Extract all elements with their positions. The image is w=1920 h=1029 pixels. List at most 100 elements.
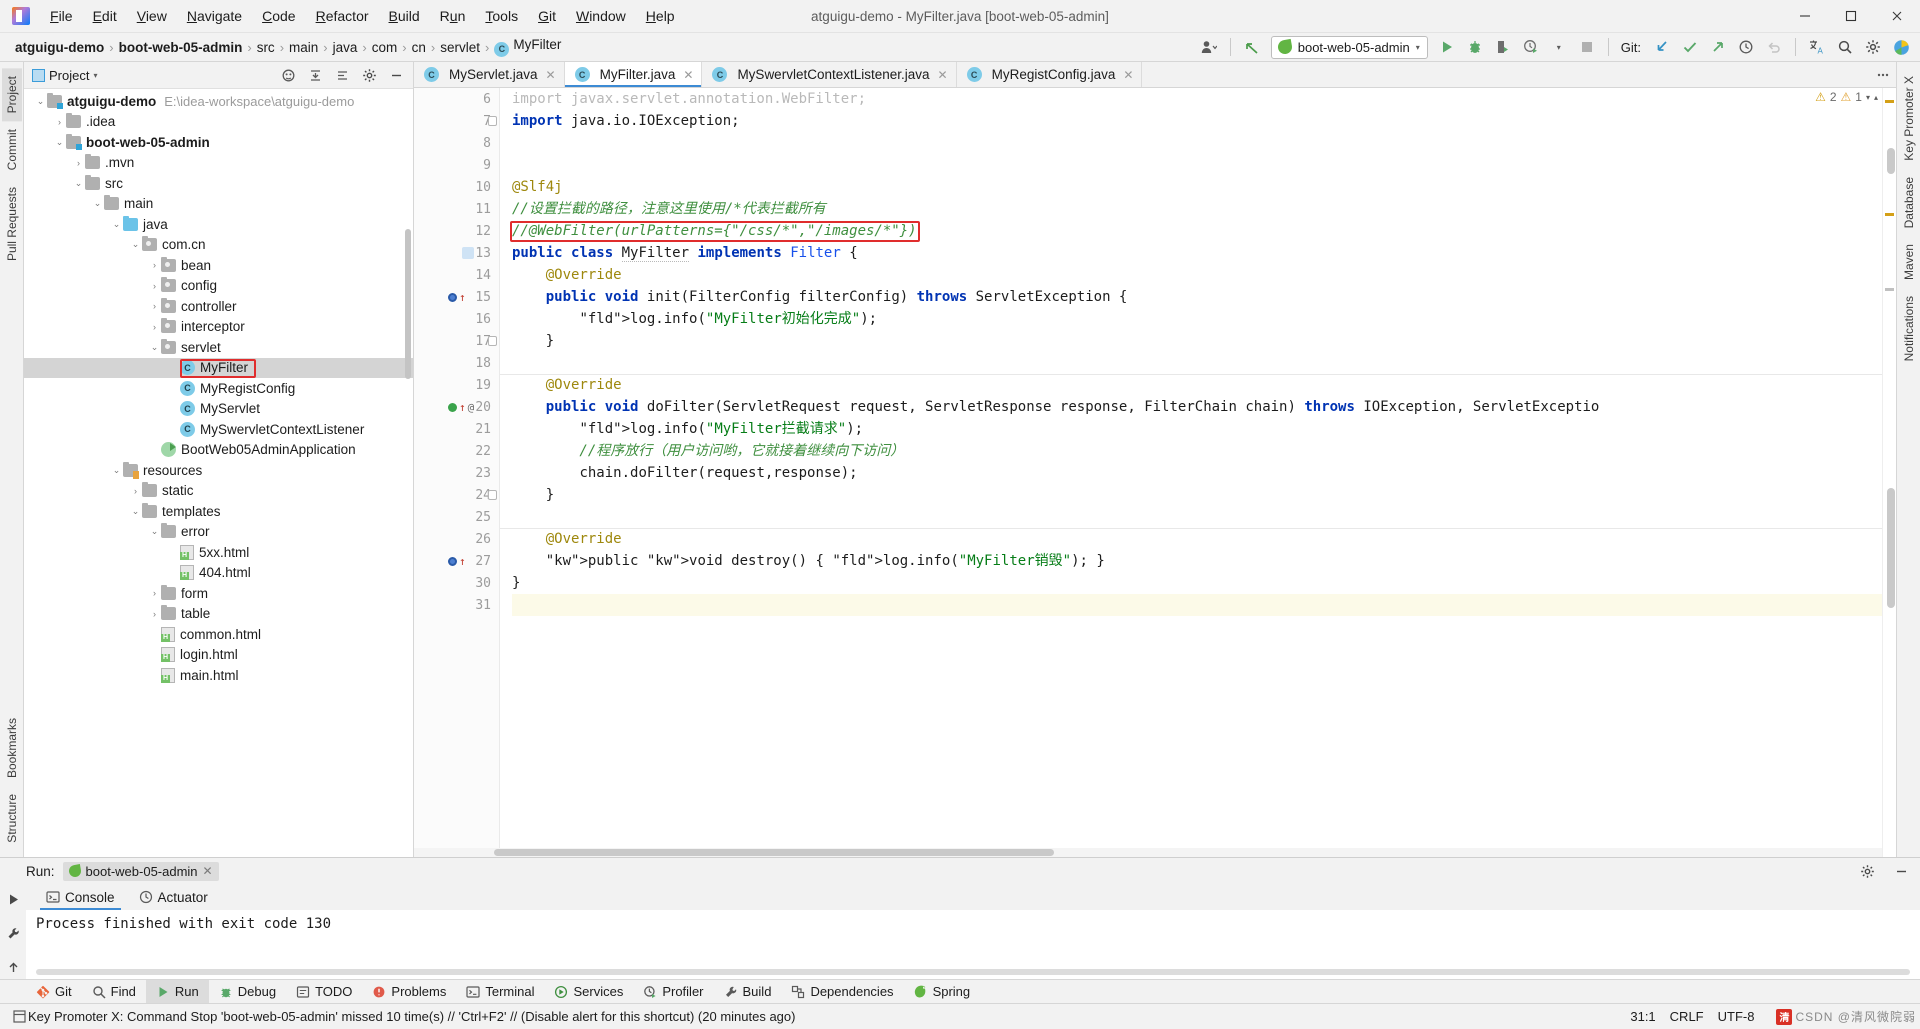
menu-edit[interactable]: Edit	[83, 4, 127, 28]
code-line[interactable]: @Override	[512, 528, 1882, 550]
code-line[interactable]: }	[512, 330, 1882, 352]
gutter-line[interactable]: 11	[414, 198, 499, 220]
caret-position[interactable]: 31:1	[1630, 1009, 1655, 1024]
expand-all-icon[interactable]	[329, 63, 355, 87]
tree-row[interactable]: ⌄ servlet	[24, 337, 413, 358]
gutter-line[interactable]: 7	[414, 110, 499, 132]
code-fold-icon[interactable]	[488, 490, 497, 500]
breadcrumb-cn[interactable]: cn	[409, 40, 429, 55]
profiler-dropdown-icon[interactable]: ▾	[1546, 35, 1572, 59]
gutter-line[interactable]: 25	[414, 506, 499, 528]
override-arrow-icon[interactable]: ↑	[459, 292, 466, 303]
code-line[interactable]: import javax.servlet.annotation.WebFilte…	[512, 88, 1882, 110]
back-arrow-icon[interactable]	[1239, 35, 1265, 59]
tree-row[interactable]: › table	[24, 604, 413, 625]
bottom-tool-git[interactable]: Git	[26, 980, 82, 1004]
gutter-line[interactable]: 19	[414, 374, 499, 396]
menu-run[interactable]: Run	[430, 4, 476, 28]
code-line[interactable]: "kw">public "kw">void destroy() { "fld">…	[512, 550, 1882, 572]
tree-scrollbar[interactable]	[405, 229, 411, 379]
tree-row[interactable]: ⌄ templates	[24, 501, 413, 522]
file-encoding[interactable]: UTF-8	[1718, 1009, 1755, 1024]
gutter-run-marker[interactable]: ↑ @	[448, 401, 474, 414]
status-message[interactable]: Key Promoter X: Command Stop 'boot-web-0…	[28, 1009, 795, 1024]
tree-row[interactable]: 5xx.html	[24, 542, 413, 563]
breadcrumb-main[interactable]: main	[286, 40, 321, 55]
run-with-coverage-icon[interactable]	[1490, 35, 1516, 59]
bottom-tool-profiler[interactable]: Profiler	[633, 980, 713, 1004]
code-line[interactable]: "fld">log.info("MyFilter初始化完成");	[512, 308, 1882, 330]
code-line[interactable]: public class MyFilter implements Filter …	[512, 242, 1882, 264]
run-icon[interactable]	[1434, 35, 1460, 59]
chevron-down-icon[interactable]: ▾	[1866, 93, 1870, 102]
account-icon[interactable]	[1196, 35, 1222, 59]
code-line[interactable]: //程序放行（用户访问哟，它就接着继续向下访问）	[512, 440, 1882, 462]
gutter-line[interactable]: 15 ↑	[414, 286, 499, 308]
editor-tab[interactable]: C MyServlet.java ✕	[414, 62, 565, 87]
code-fold-icon[interactable]	[488, 336, 497, 346]
menu-view[interactable]: View	[127, 4, 177, 28]
chevron-down-icon[interactable]: ⌄	[148, 526, 161, 537]
code-fold-icon[interactable]	[488, 116, 497, 126]
code-line[interactable]: }	[512, 484, 1882, 506]
chevron-down-icon[interactable]: ⌄	[72, 178, 85, 189]
tree-row[interactable]: › form	[24, 583, 413, 604]
chevron-down-icon[interactable]: ⌄	[34, 96, 47, 107]
status-menu-icon[interactable]	[10, 1005, 28, 1029]
run-config-chip[interactable]: boot-web-05-admin ✕	[62, 861, 219, 881]
chevron-down-icon[interactable]: ⌄	[53, 137, 66, 148]
tree-row[interactable]: C MyRegistConfig	[24, 378, 413, 399]
gutter-line[interactable]: 12	[414, 220, 499, 242]
chevron-right-icon[interactable]: ›	[129, 486, 142, 496]
git-push-icon[interactable]	[1705, 35, 1731, 59]
gutter-line[interactable]: 13	[414, 242, 499, 264]
bottom-tool-services[interactable]: Services	[544, 980, 633, 1004]
spring-bean-gutter-icon[interactable]	[462, 247, 474, 259]
menu-build[interactable]: Build	[379, 4, 430, 28]
tree-row[interactable]: C MySwervletContextListener	[24, 419, 413, 440]
code-line[interactable]: //@WebFilter(urlPatterns={"/css/*","/ima…	[512, 220, 1882, 242]
tool-tab-pull-requests[interactable]: Pull Requests	[2, 179, 22, 269]
editor-horizontal-scrollbar[interactable]	[414, 848, 1882, 857]
gutter-line[interactable]: 24	[414, 484, 499, 506]
tool-tab-maven[interactable]: Maven	[1899, 236, 1919, 288]
bottom-tool-dependencies[interactable]: Dependencies	[781, 980, 903, 1004]
editor-tab[interactable]: C MyRegistConfig.java ✕	[956, 62, 1143, 87]
close-icon[interactable]: ✕	[203, 864, 213, 878]
chevron-down-icon[interactable]: ⌄	[129, 239, 142, 250]
close-icon[interactable]: ✕	[1123, 68, 1133, 82]
menu-git[interactable]: Git	[528, 4, 566, 28]
chevron-right-icon[interactable]: ›	[72, 158, 85, 168]
gutter-line[interactable]: 17	[414, 330, 499, 352]
close-icon[interactable]: ✕	[938, 68, 948, 82]
code-line[interactable]: public void doFilter(ServletRequest requ…	[512, 396, 1882, 418]
close-icon[interactable]: ✕	[683, 68, 693, 82]
gutter-run-marker[interactable]: ↑	[448, 292, 466, 303]
gutter-line[interactable]: 22	[414, 440, 499, 462]
breadcrumb-src[interactable]: src	[254, 40, 278, 55]
search-everywhere-icon[interactable]	[1832, 35, 1858, 59]
collapse-all-icon[interactable]	[302, 63, 328, 87]
tree-row[interactable]: ⌄ atguigu-demo E:\idea-workspace\atguigu-d…	[24, 91, 413, 112]
git-rollback-icon[interactable]	[1761, 35, 1787, 59]
tree-row[interactable]: ⌄ com.cn	[24, 235, 413, 256]
tool-tab-bookmarks[interactable]: Bookmarks	[2, 710, 22, 786]
bottom-tool-find[interactable]: Find	[82, 980, 146, 1004]
breadcrumb-java[interactable]: java	[330, 40, 361, 55]
gutter-line[interactable]: 10	[414, 176, 499, 198]
editor-horizontal-scroll-thumb[interactable]	[494, 849, 1054, 856]
code-line[interactable]	[512, 506, 1882, 528]
gutter-line[interactable]: 20 ↑ @	[414, 396, 499, 418]
chevron-down-icon[interactable]: ⌄	[110, 219, 123, 230]
chevron-down-icon[interactable]: ⌄	[148, 342, 161, 353]
chevron-up-icon[interactable]: ▴	[1874, 93, 1878, 102]
tree-row[interactable]: › interceptor	[24, 317, 413, 338]
tree-row[interactable]: ⌄ boot-web-05-admin	[24, 132, 413, 153]
console-horizontal-scrollbar[interactable]	[36, 969, 1910, 975]
inspection-summary[interactable]: ⚠ 2 ⚠ 1 ▾ ▴	[1815, 90, 1878, 104]
breadcrumb-module[interactable]: boot-web-05-admin	[116, 40, 246, 55]
tree-row[interactable]: › controller	[24, 296, 413, 317]
gutter-line[interactable]: 9	[414, 154, 499, 176]
bottom-tool-todo[interactable]: TODO	[286, 980, 362, 1004]
bottom-tool-spring[interactable]: Spring	[904, 980, 981, 1004]
